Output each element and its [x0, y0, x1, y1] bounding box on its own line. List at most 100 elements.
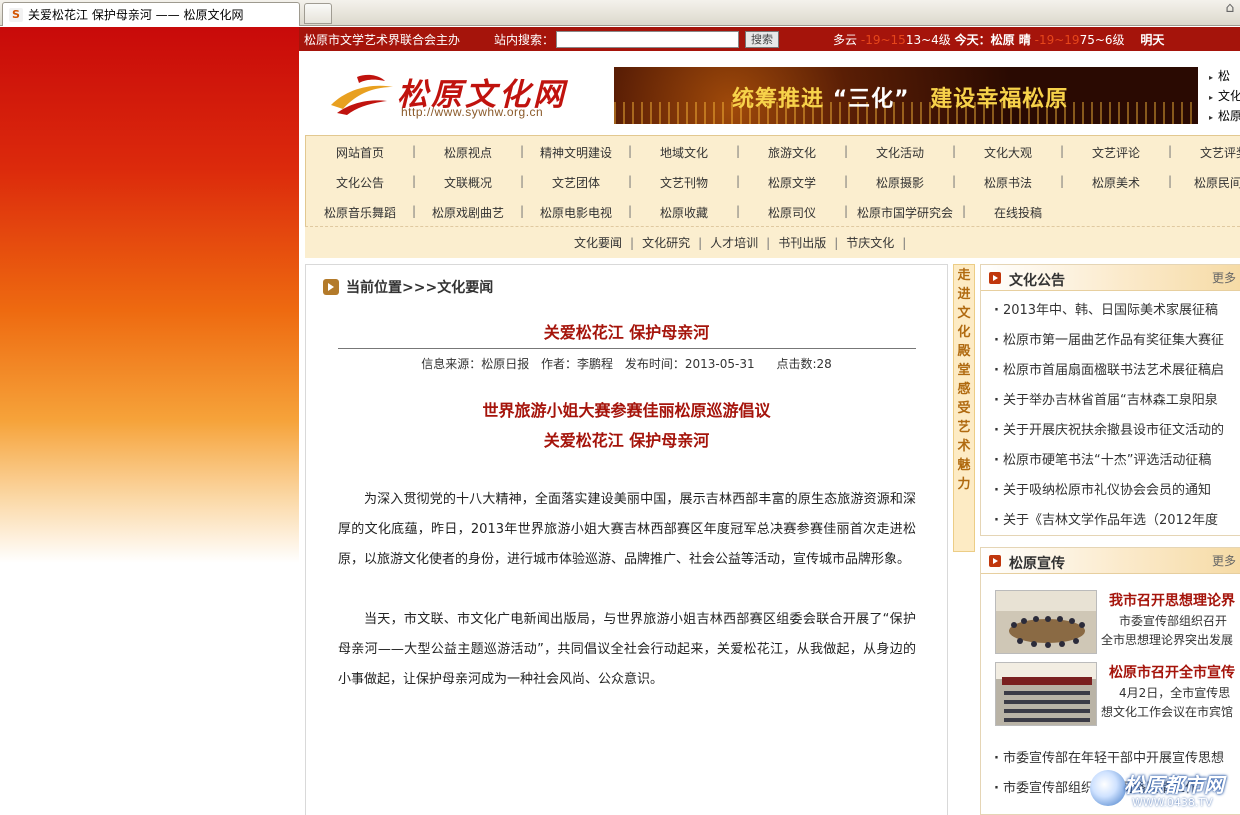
nav-item[interactable]: 松原电影电视	[522, 204, 632, 221]
article-date: 发布时间：2013-05-31	[624, 357, 755, 371]
header-right-links: 松 文化 松原	[1209, 67, 1240, 127]
slogan-char: 堂	[957, 363, 971, 378]
nav-item[interactable]: 文联概况	[414, 174, 524, 191]
subnav-item[interactable]: 书刊出版	[778, 234, 826, 251]
header-link[interactable]: 文化	[1209, 87, 1240, 107]
nav-item[interactable]: 文化公告	[306, 174, 416, 191]
slogan-char: 走	[957, 268, 971, 283]
logo-url: http://www.sywhw.org.cn	[401, 105, 544, 119]
slogan-char: 进	[957, 287, 971, 302]
weather-temp2: -19	[1034, 32, 1055, 47]
slogan-char: 魅	[957, 458, 971, 473]
search-button[interactable]: 搜索	[745, 30, 780, 48]
list-item[interactable]: 2013年中、韩、日国际美术家展征稿	[994, 296, 1240, 326]
panel-arrow-icon	[989, 555, 1001, 567]
home-icon[interactable]: ⌂	[1222, 0, 1238, 16]
promo-desc: 4月2日，全市宣传思 想文化工作会议在市宾馆	[1101, 684, 1240, 722]
promo-item[interactable]: 松原市召开全市宣传 4月2日，全市宣传思 想文化工作会议在市宾馆	[995, 662, 1240, 726]
article-author: 作者：李鹏程	[541, 357, 614, 371]
notice-more-link[interactable]: 更多	[1212, 269, 1236, 286]
breadcrumb-arrow-icon	[323, 279, 339, 295]
nav-item[interactable]: 地域文化	[630, 144, 740, 161]
nav-item[interactable]: 文艺团体	[522, 174, 632, 191]
nav-item[interactable]: 松原市国学研究会	[846, 204, 966, 221]
promo-more-link[interactable]: 更多	[1212, 552, 1236, 569]
nav-item[interactable]: 松原收藏	[630, 204, 740, 221]
site-logo[interactable]: 松原文化网 http://www.sywhw.org.cn	[327, 65, 587, 123]
browser-tab[interactable]: S 关爱松花江 保护母亲河 —— 松原文化网	[2, 2, 300, 26]
nav-item[interactable]: 文化活动	[846, 144, 956, 161]
promo-desc: 市委宣传部组织召开 全市思想理论界突出发展	[1101, 612, 1240, 650]
header-link[interactable]: 松原	[1209, 107, 1240, 127]
list-item[interactable]: 松原市第一届曲艺作品有奖征集大赛征	[994, 326, 1240, 356]
promo-title[interactable]: 松原市召开全市宣传	[1109, 662, 1235, 682]
nav-row-1: 网站首页 松原视点 精神文明建设 地域文化 旅游文化 文化活动 文化大观 文艺评…	[306, 144, 1240, 161]
nav-item[interactable]: 松原民间文	[1170, 174, 1240, 191]
article-title: 关爱松花江 保护母亲河	[543, 323, 710, 342]
new-tab-button[interactable]	[304, 3, 332, 24]
nav-item[interactable]: 松原戏剧曲艺	[414, 204, 524, 221]
page-background-gradient	[0, 27, 299, 815]
list-item[interactable]: 关于开展庆祝扶余撤县设市征文活动的	[994, 416, 1240, 446]
weather-temp2c: 75~6级	[1079, 32, 1125, 47]
article-paragraph-2: 当天，市文联、市文化广电新闻出版局，与世界旅游小姐吉林西部赛区组委会联合开展了“…	[338, 612, 916, 687]
promo-title[interactable]: 我市召开思想理论界	[1109, 590, 1235, 610]
subnav-item[interactable]: 人才培训	[710, 234, 758, 251]
promo-desc-line: 市委宣传部组织召开	[1119, 614, 1228, 628]
list-item[interactable]: 关于举办吉林省首届“吉林森工泉阳泉	[994, 386, 1240, 416]
search-input[interactable]	[556, 30, 740, 48]
notice-panel-header: 文化公告 更多	[981, 265, 1240, 291]
nav-item[interactable]: 松原书法	[954, 174, 1064, 191]
notice-panel: 文化公告 更多 2013年中、韩、日国际美术家展征稿 松原市第一届曲艺作品有奖征…	[980, 264, 1240, 536]
slogan-char: 化	[957, 325, 971, 340]
slogan-char: 感	[957, 382, 971, 397]
subnav-divider: |	[834, 235, 839, 250]
banner-slogan: 统筹推进 “三化” 建设幸福松原	[732, 81, 1068, 113]
nav-item[interactable]: 松原音乐舞蹈	[306, 204, 416, 221]
nav-item[interactable]: 松原摄影	[846, 174, 956, 191]
nav-item[interactable]: 文艺评论	[1062, 144, 1172, 161]
article-paragraph-1: 为深入贯彻党的十八大精神，全面落实建设美丽中国，展示吉林西部丰富的原生态旅游资源…	[338, 492, 916, 567]
article-meta: 信息来源：松原日报 作者：李鹏程 发布时间：2013-05-31 点击数:28	[306, 355, 947, 372]
nav-row-2: 文化公告 文联概况 文艺团体 文艺刊物 松原文学 松原摄影 松原书法 松原美术 …	[306, 174, 1240, 191]
subnav-item[interactable]: 文化研究	[642, 234, 690, 251]
header-link[interactable]: 松	[1209, 67, 1240, 87]
promo-thumbnail[interactable]	[995, 590, 1097, 654]
promo-thumbnail[interactable]	[995, 662, 1097, 726]
nav-item[interactable]: 精神文明建设	[522, 144, 632, 161]
nav-row-3: 松原音乐舞蹈 松原戏剧曲艺 松原电影电视 松原收藏 松原司仪 松原市国学研究会 …	[306, 204, 1072, 221]
subnav-item[interactable]: 文化要闻	[574, 234, 622, 251]
nav-item[interactable]: 松原司仪	[738, 204, 848, 221]
nav-item[interactable]: 文艺评奖	[1170, 144, 1240, 161]
slogan-char: 受	[957, 401, 971, 416]
slogan-char: 力	[957, 477, 971, 492]
promo-item[interactable]: 我市召开思想理论界 市委宣传部组织召开 全市思想理论界突出发展	[995, 590, 1240, 654]
list-item[interactable]: 关于吸纳松原市礼仪协会会员的通知	[994, 476, 1240, 506]
weather-tomorrow: 明天	[1140, 32, 1165, 47]
banner-slogan-b: “三化”	[832, 87, 910, 112]
nav-item[interactable]: 文化大观	[954, 144, 1064, 161]
sub-nav: 文化要闻 | 文化研究 | 人才培训 | 书刊出版 | 节庆文化 |	[305, 226, 1240, 258]
nav-item[interactable]: 网站首页	[306, 144, 416, 161]
nav-item[interactable]: 旅游文化	[738, 144, 848, 161]
nav-item[interactable]: 文艺刊物	[630, 174, 740, 191]
banner-image[interactable]: 统筹推进 “三化” 建设幸福松原	[614, 67, 1198, 124]
list-item[interactable]: 关于《吉林文学作品年选（2012年度	[994, 506, 1240, 536]
promo-panel-title: 松原宣传	[1009, 556, 1065, 572]
conference-photo-icon	[996, 663, 1096, 725]
weather-today-label: 今天：松原 晴	[954, 32, 1031, 47]
banner-slogan-a: 统筹推进	[732, 87, 825, 112]
nav-item[interactable]: 松原视点	[414, 144, 524, 161]
subnav-item[interactable]: 节庆文化	[846, 234, 894, 251]
nav-item[interactable]: 松原文学	[738, 174, 848, 191]
subnav-divider: |	[630, 235, 635, 250]
list-item[interactable]: 松原市首届扇面楹联书法艺术展征稿启	[994, 356, 1240, 386]
article-source: 信息来源：松原日报	[421, 357, 530, 371]
breadcrumb: 当前位置>>>文化要闻	[323, 277, 493, 297]
breadcrumb-text[interactable]: 当前位置>>>文化要闻	[346, 277, 493, 297]
nav-item[interactable]: 在线投稿	[964, 204, 1072, 221]
page: 松原市文学艺术界联合会主办 站内搜索： 搜索 多云 -19~1513~4级 今天…	[299, 27, 1240, 815]
nav-item[interactable]: 松原美术	[1062, 174, 1172, 191]
subnav-divider: |	[698, 235, 703, 250]
list-item[interactable]: 松原市硬笔书法“十杰”评选活动征稿	[994, 446, 1240, 476]
